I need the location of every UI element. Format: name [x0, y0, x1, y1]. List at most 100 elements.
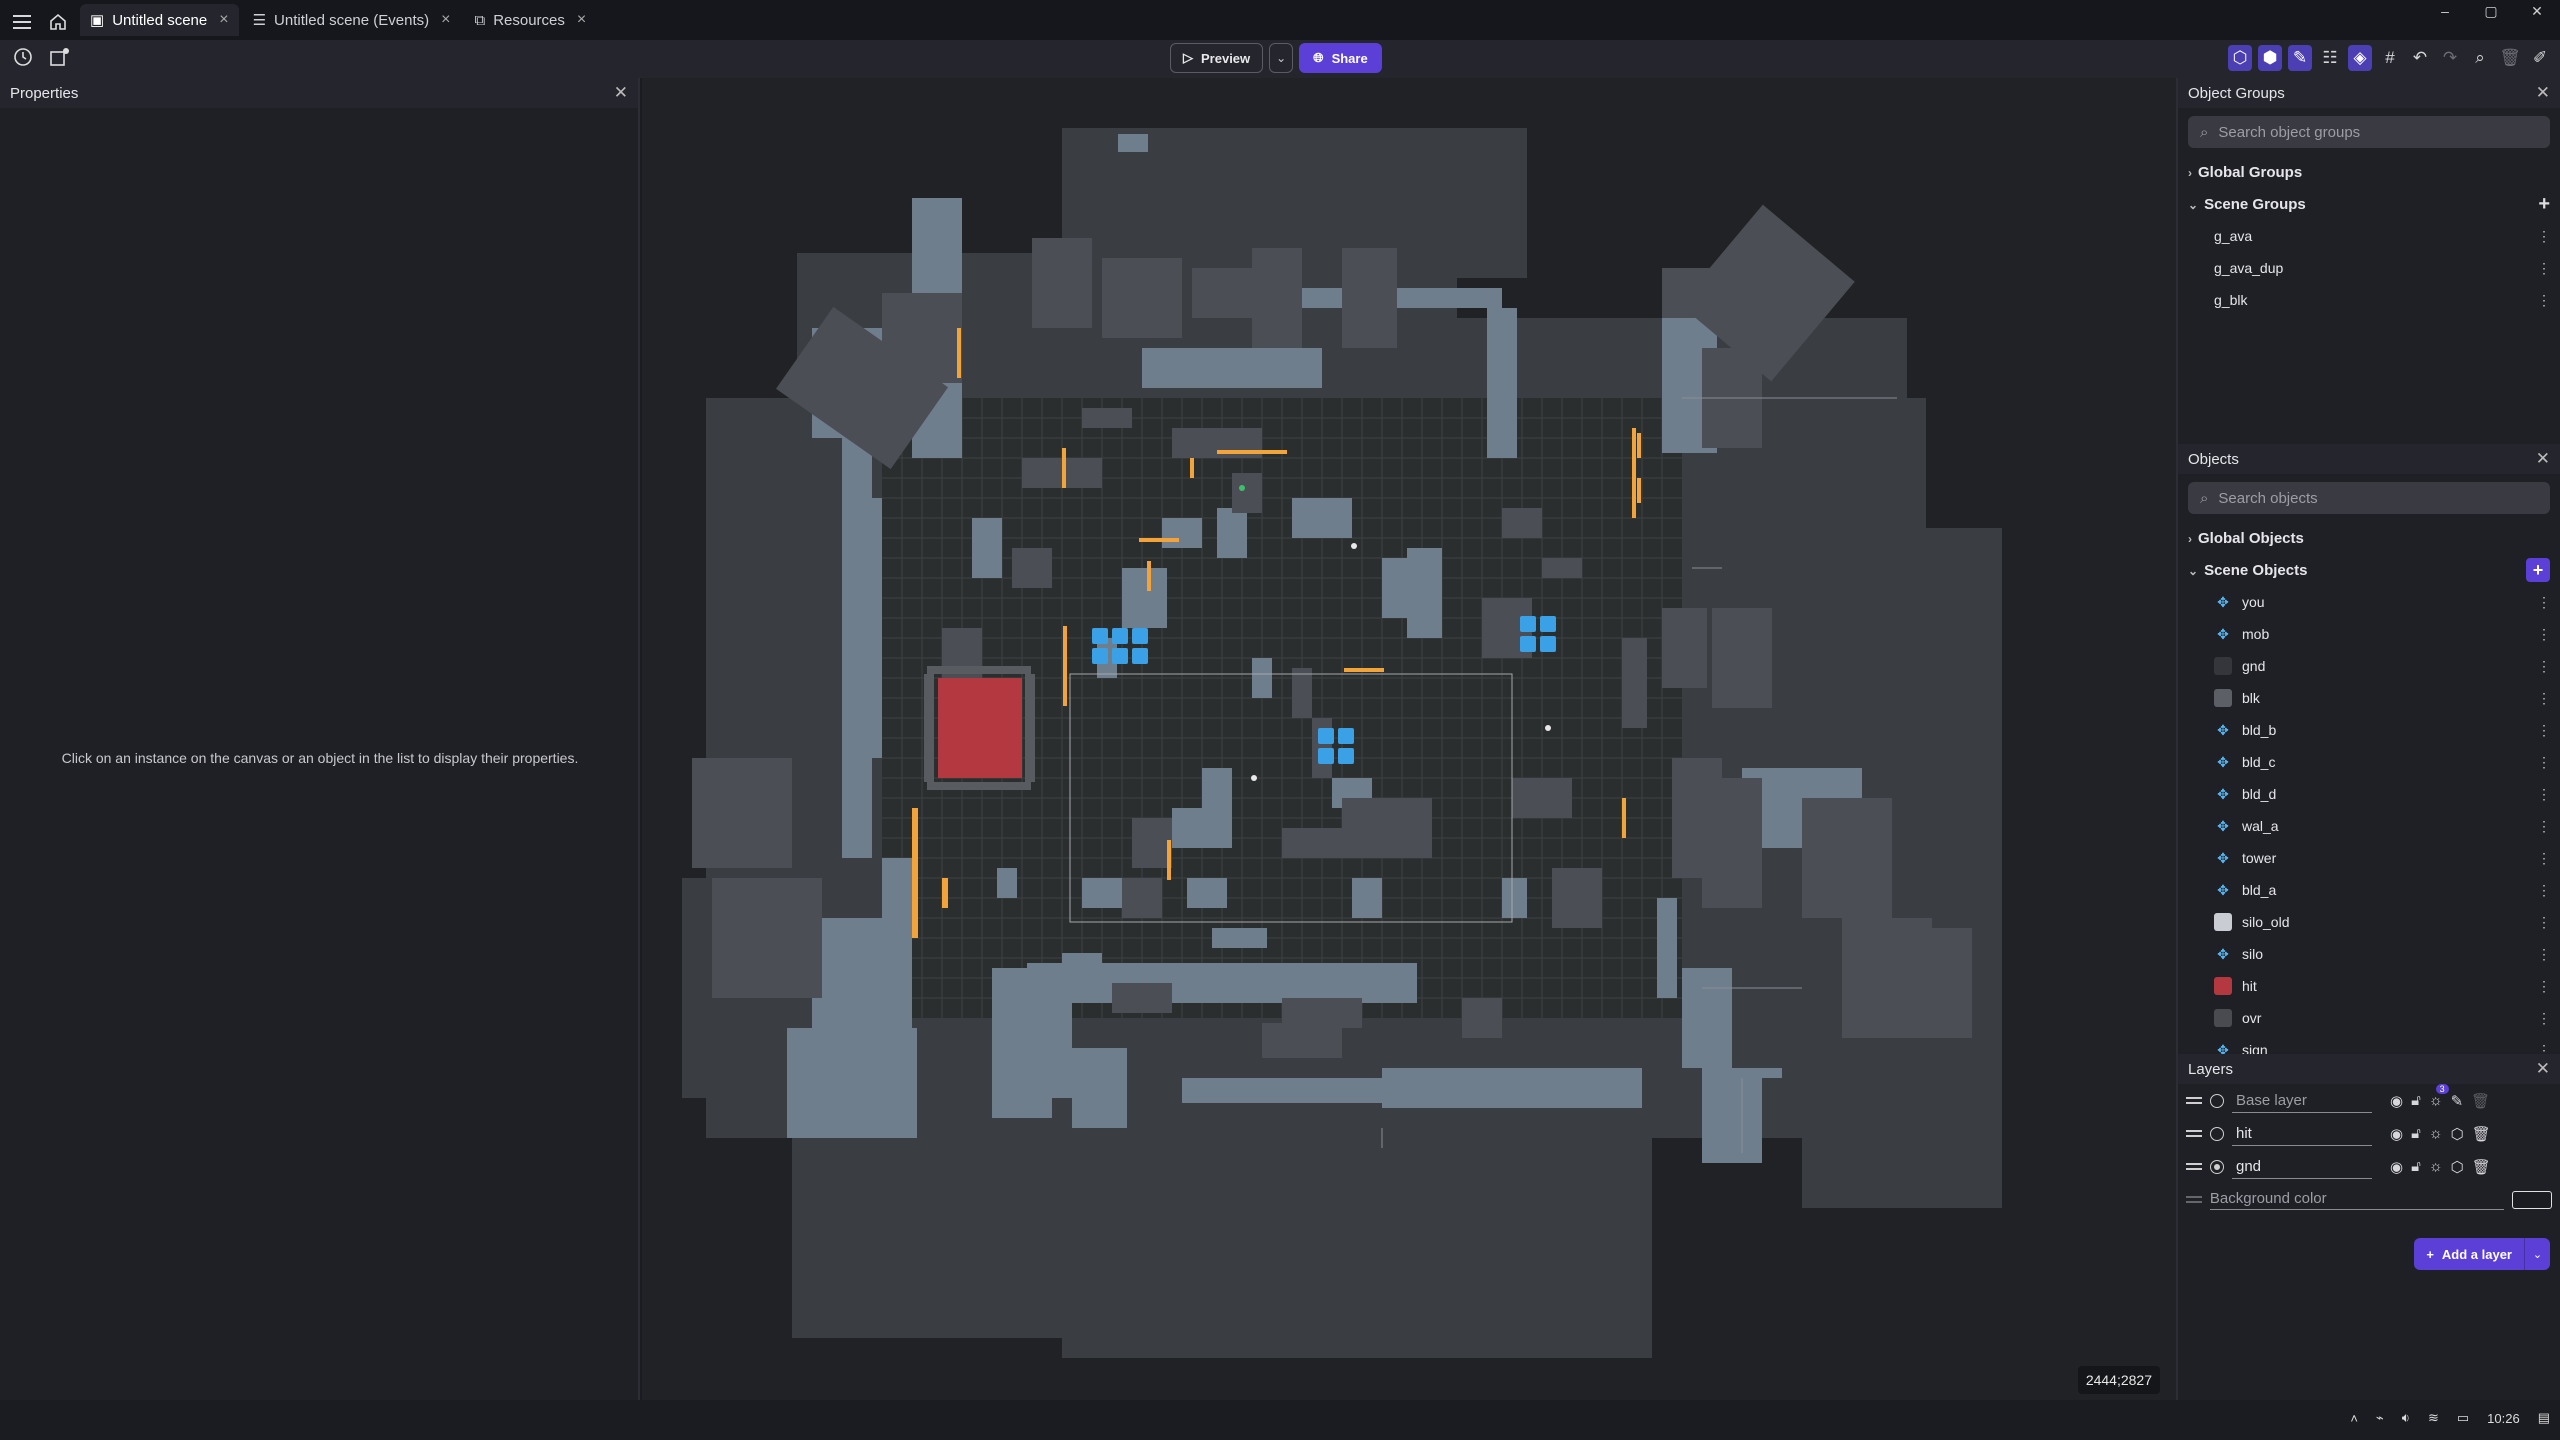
more-options-icon[interactable]: ⋮: [2537, 882, 2551, 899]
layer-name-input[interactable]: gnd: [2232, 1155, 2372, 1179]
object-groups-panel-icon[interactable]: ⬢: [2258, 45, 2282, 71]
redo-icon[interactable]: ↷: [2438, 45, 2462, 71]
delete-icon[interactable]: 🗑︎: [2498, 45, 2522, 71]
search-object-groups-input[interactable]: ⌕ Search object groups: [2188, 116, 2550, 148]
more-options-icon[interactable]: ⋮: [2537, 786, 2551, 803]
drag-handle-icon[interactable]: [2186, 1130, 2202, 1137]
layers-panel-icon[interactable]: ◈: [2348, 45, 2372, 71]
more-options-icon[interactable]: ⋮: [2537, 690, 2551, 707]
lighting-icon[interactable]: ☼: [2429, 1125, 2443, 1143]
close-icon[interactable]: ✕: [2536, 449, 2550, 469]
close-icon[interactable]: ✕: [614, 83, 628, 103]
more-options-icon[interactable]: ⋮: [2537, 1042, 2551, 1055]
add-group-icon[interactable]: +: [2538, 193, 2550, 216]
preview-options-button[interactable]: ⌄: [1269, 43, 1294, 73]
delete-layer-icon[interactable]: 🗑︎: [2472, 1158, 2491, 1176]
object-item[interactable]: hit ⋮: [2178, 970, 2560, 1002]
instances-list-icon[interactable]: ☷: [2318, 45, 2342, 71]
objects-panel-icon[interactable]: ⬡: [2228, 45, 2252, 71]
more-options-icon[interactable]: ⋮: [2537, 722, 2551, 739]
grid-icon[interactable]: #: [2378, 45, 2402, 71]
zoom-icon[interactable]: ⌕: [2468, 45, 2492, 71]
scene-objects-toggle[interactable]: ⌄ Scene Objects +: [2178, 554, 2560, 586]
group-item[interactable]: g_ava_dup ⋮: [2178, 252, 2560, 284]
open-scene-icon[interactable]: [48, 46, 70, 68]
search-objects-input[interactable]: ⌕ Search objects: [2188, 482, 2550, 514]
object-item[interactable]: ✥ silo ⋮: [2178, 938, 2560, 970]
more-options-icon[interactable]: ⋮: [2537, 292, 2551, 309]
close-tab-icon[interactable]: ×: [577, 11, 586, 29]
object-item[interactable]: ovr ⋮: [2178, 1002, 2560, 1034]
history-icon[interactable]: [12, 46, 34, 68]
notification-icon[interactable]: ▤: [2538, 1410, 2550, 1426]
object-item[interactable]: blk ⋮: [2178, 682, 2560, 714]
object-item[interactable]: ✥ bld_b ⋮: [2178, 714, 2560, 746]
edit-layer-icon[interactable]: ✎: [2451, 1092, 2464, 1110]
object-item[interactable]: ✥ mob ⋮: [2178, 618, 2560, 650]
more-options-icon[interactable]: ⋮: [2537, 946, 2551, 963]
lock-icon[interactable]: 🔓︎: [2411, 1158, 2421, 1176]
object-item[interactable]: ✥ tower ⋮: [2178, 842, 2560, 874]
lock-icon[interactable]: 🔓︎: [2411, 1092, 2421, 1110]
lighting-icon[interactable]: ☼: [2429, 1158, 2443, 1176]
object-item[interactable]: ✥ sign ⋮: [2178, 1034, 2560, 1055]
layer-name-input[interactable]: hit: [2232, 1122, 2372, 1146]
minimize-icon[interactable]: –: [2422, 0, 2468, 22]
add-layer-button[interactable]: + Add a layer ⌄: [2414, 1238, 2550, 1270]
share-button[interactable]: 🌐︎ Share: [1299, 43, 1382, 73]
more-options-icon[interactable]: ⋮: [2537, 658, 2551, 675]
object-item[interactable]: ✥ bld_c ⋮: [2178, 746, 2560, 778]
more-options-icon[interactable]: ⋮: [2537, 594, 2551, 611]
layer-name-input[interactable]: Base layer: [2232, 1089, 2372, 1113]
more-options-icon[interactable]: ⋮: [2537, 260, 2551, 277]
undo-icon[interactable]: ↶: [2408, 45, 2432, 71]
background-color-swatch[interactable]: [2512, 1190, 2552, 1209]
scene-canvas[interactable]: 2444;2827: [642, 78, 2176, 1400]
visibility-icon[interactable]: ◉: [2390, 1125, 2403, 1143]
object-item[interactable]: gnd ⋮: [2178, 650, 2560, 682]
object-item[interactable]: silo_old ⋮: [2178, 906, 2560, 938]
group-item[interactable]: g_ava ⋮: [2178, 220, 2560, 252]
group-item[interactable]: g_blk ⋮: [2178, 284, 2560, 316]
drag-handle-icon[interactable]: [2186, 1163, 2202, 1170]
close-icon[interactable]: ✕: [2536, 83, 2550, 103]
effects-icon[interactable]: ⬡: [2451, 1158, 2464, 1176]
hamburger-menu-icon[interactable]: [10, 10, 34, 34]
drag-handle-icon[interactable]: [2186, 1097, 2202, 1104]
chevron-up-icon[interactable]: ˄: [2350, 1411, 2358, 1426]
delete-layer-icon[interactable]: 🗑︎: [2471, 1092, 2490, 1110]
more-options-icon[interactable]: ⋮: [2537, 978, 2551, 995]
close-tab-icon[interactable]: ×: [219, 11, 228, 29]
global-objects-toggle[interactable]: › Global Objects: [2178, 522, 2560, 554]
maximize-icon[interactable]: ▢: [2468, 0, 2514, 22]
close-window-icon[interactable]: ✕: [2514, 0, 2560, 22]
lighting-icon[interactable]: ☼ 3: [2429, 1083, 2449, 1110]
usb-icon[interactable]: ⌁: [2376, 1410, 2384, 1426]
more-options-icon[interactable]: ⋮: [2537, 914, 2551, 931]
more-options-icon[interactable]: ⋮: [2537, 754, 2551, 771]
object-item[interactable]: ✥ wal_a ⋮: [2178, 810, 2560, 842]
lock-icon[interactable]: 🔓︎: [2411, 1125, 2421, 1143]
layer-select-radio[interactable]: [2210, 1093, 2224, 1108]
layer-select-radio[interactable]: [2210, 1126, 2224, 1141]
edit-scene-icon[interactable]: ✐: [2528, 45, 2552, 71]
add-object-icon[interactable]: +: [2526, 558, 2550, 582]
global-groups-toggle[interactable]: › Global Groups: [2178, 156, 2560, 188]
more-options-icon[interactable]: ⋮: [2537, 626, 2551, 643]
chevron-down-icon[interactable]: ⌄: [2524, 1238, 2550, 1270]
layer-select-radio[interactable]: [2210, 1159, 2224, 1174]
visibility-icon[interactable]: ◉: [2390, 1092, 2403, 1110]
effects-icon[interactable]: ⬡: [2451, 1125, 2464, 1143]
preview-button[interactable]: ▷ Preview: [1170, 43, 1264, 73]
wifi-icon[interactable]: ≋: [2428, 1410, 2439, 1426]
visibility-icon[interactable]: ◉: [2390, 1158, 2403, 1176]
delete-layer-icon[interactable]: 🗑︎: [2472, 1125, 2491, 1143]
more-options-icon[interactable]: ⋮: [2537, 228, 2551, 245]
layer-row[interactable]: hit ◉ 🔓︎ ☼ ⬡ 🗑︎: [2178, 1117, 2560, 1150]
battery-icon[interactable]: ▭: [2457, 1410, 2469, 1426]
tab-events[interactable]: ☰ Untitled scene (Events) ×: [243, 4, 461, 36]
tab-scene[interactable]: ▣ Untitled scene ×: [80, 4, 239, 36]
tab-resources[interactable]: ⧉ Resources ×: [464, 4, 596, 36]
layer-row[interactable]: Base layer ◉ 🔓︎ ☼ 3 ✎ 🗑︎: [2178, 1083, 2560, 1117]
scene-groups-toggle[interactable]: ⌄ Scene Groups +: [2178, 188, 2560, 220]
